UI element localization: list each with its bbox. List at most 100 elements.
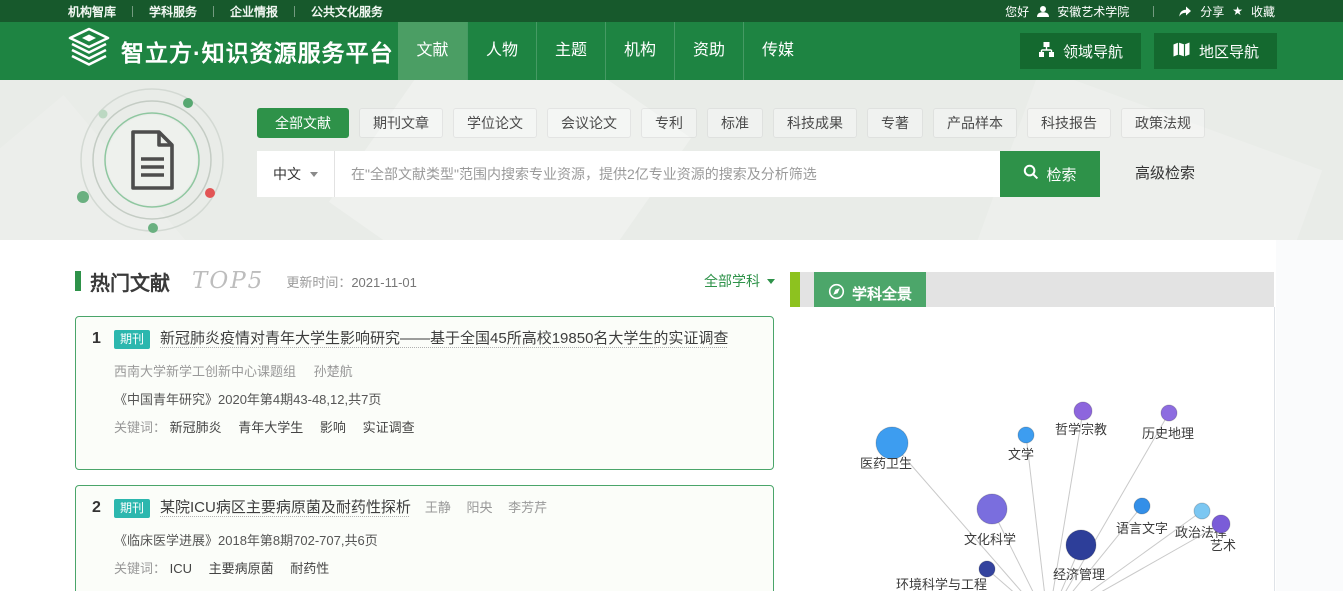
keyword-link[interactable]: 青年大学生: [238, 420, 303, 435]
top-utility-bar: 机构智库 学科服务 企业情报 公共文化服务 您好 安徽艺术学院 分享 ★ 收藏: [0, 0, 1343, 22]
doc-title-link[interactable]: 新冠肺炎疫情对青年大学生影响研究——基于全国45所高校19850名大学生的实证调…: [160, 326, 728, 352]
domain-navigation-button[interactable]: 领域导航: [1020, 33, 1141, 69]
doc-type-conference-paper[interactable]: 会议论文: [547, 108, 631, 138]
keyword-link[interactable]: 影响: [320, 420, 346, 435]
top-link-institution-think-tank[interactable]: 机构智库: [68, 3, 116, 20]
subject-bubble[interactable]: [979, 561, 995, 577]
subject-filter-dropdown[interactable]: 全部学科: [704, 271, 775, 291]
keywords-label: 关键词：: [114, 420, 166, 435]
update-time: 更新时间：2021-11-01: [286, 272, 417, 291]
doc-type-thesis[interactable]: 学位论文: [453, 108, 537, 138]
subject-panorama-label: 学科全景: [852, 283, 912, 304]
nav-tab-institutions[interactable]: 机构: [605, 22, 674, 80]
doc-type-patent[interactable]: 专利: [641, 108, 697, 138]
subject-bubble-label: 哲学宗教: [1055, 422, 1107, 437]
doc-authors: 西南大学新学工创新中心课题组 孙楚航: [92, 361, 757, 380]
doc-source[interactable]: 《中国青年研究》2020年第4期43-48,12,共7页: [92, 389, 757, 408]
top-link-public-culture[interactable]: 公共文化服务: [311, 3, 383, 20]
doc-source[interactable]: 《临床医学进展》2018年第8期702-707,共6页: [92, 530, 757, 549]
nav-tab-media[interactable]: 传媒: [743, 22, 812, 80]
top-link-subject-service[interactable]: 学科服务: [149, 3, 197, 20]
hot-docs-title: 热门文献: [90, 267, 170, 296]
subject-bubble[interactable]: [977, 494, 1007, 524]
divider: [213, 6, 214, 17]
subject-panorama-panel: 医药卫生文学哲学宗教历史地理文化科学语言文字政治法律艺术经济管理环境科学与工程: [800, 307, 1275, 591]
author-link[interactable]: 李芳芹: [508, 500, 547, 515]
divider: [132, 6, 133, 17]
chevron-down-icon: [767, 279, 775, 284]
subject-bubble-chart: 医药卫生文学哲学宗教历史地理文化科学语言文字政治法律艺术经济管理环境科学与工程: [800, 307, 1274, 591]
region-navigation-label: 地区导航: [1199, 41, 1259, 62]
doc-type-policy[interactable]: 政策法规: [1121, 108, 1205, 138]
chevron-down-icon: [310, 172, 318, 177]
star-icon: ★: [1232, 5, 1243, 17]
doc-title-link[interactable]: 某院ICU病区主要病原菌及耐药性探析: [160, 495, 411, 521]
language-select[interactable]: 中文: [257, 151, 335, 197]
search-hero-section: 全部文献 期刊文章 学位论文 会议论文 专利 标准 科技成果 专著 产品样本 科…: [0, 80, 1343, 240]
subject-bubble[interactable]: [1194, 503, 1210, 519]
search-input[interactable]: [335, 151, 1000, 197]
doc-type-all[interactable]: 全部文献: [257, 108, 349, 138]
nav-tab-literature[interactable]: 文献: [398, 22, 467, 80]
keyword-link[interactable]: 耐药性: [290, 561, 329, 576]
site-logo[interactable]: 智立方·知识资源服务平台: [66, 22, 394, 80]
nav-tab-funding[interactable]: 资助: [674, 22, 743, 80]
subject-bubble[interactable]: [1212, 515, 1230, 533]
region-navigation-button[interactable]: 地区导航: [1154, 33, 1277, 69]
author-link[interactable]: 西南大学新学工创新中心课题组: [114, 364, 296, 379]
update-time-label: 更新时间：: [286, 275, 351, 290]
compass-icon: [828, 283, 845, 304]
share-button[interactable]: 分享: [1200, 3, 1224, 20]
top-links: 机构智库 学科服务 企业情报 公共文化服务: [68, 0, 383, 22]
advanced-search-link[interactable]: 高级检索: [1135, 151, 1195, 197]
doc-type-monograph[interactable]: 专著: [867, 108, 923, 138]
doc-type-standard[interactable]: 标准: [707, 108, 763, 138]
subject-bubble[interactable]: [1066, 530, 1096, 560]
subject-bubble-label: 艺术: [1210, 538, 1236, 553]
nav-tab-topics[interactable]: 主题: [536, 22, 605, 80]
author-link[interactable]: 王静: [425, 500, 451, 515]
page-gutter: [1276, 240, 1343, 591]
greeting-text: 您好: [1005, 3, 1029, 20]
keyword-link[interactable]: ICU: [170, 561, 192, 576]
keyword-link[interactable]: 实证调查: [363, 420, 415, 435]
domain-navigation-label: 领域导航: [1063, 41, 1123, 62]
user-icon: [1037, 5, 1049, 18]
subject-bubble[interactable]: [1134, 498, 1150, 514]
divider: [294, 6, 295, 17]
doc-type-journal-article[interactable]: 期刊文章: [359, 108, 443, 138]
keyword-link[interactable]: 新冠肺炎: [170, 420, 222, 435]
update-time-date: 2021-11-01: [351, 275, 417, 290]
doc-type-sci-report[interactable]: 科技报告: [1027, 108, 1111, 138]
author-link[interactable]: 阳央: [467, 500, 493, 515]
subject-bubble[interactable]: [876, 427, 908, 459]
sitemap-icon: [1038, 41, 1055, 62]
search-button[interactable]: 检索: [1000, 151, 1100, 197]
divider: [1153, 6, 1154, 17]
hot-doc-card-2: 2 期刊 某院ICU病区主要病原菌及耐药性探析 王静 阳央 李芳芹 《临床医学进…: [75, 485, 774, 591]
bubble-link-line: [1048, 411, 1083, 591]
top-link-enterprise-intel[interactable]: 企业情报: [230, 3, 278, 20]
doc-type-product-sample[interactable]: 产品样本: [933, 108, 1017, 138]
favorite-button[interactable]: 收藏: [1251, 3, 1275, 20]
subject-bubble[interactable]: [1074, 402, 1092, 420]
language-select-value: 中文: [273, 164, 301, 184]
nav-tab-people[interactable]: 人物: [467, 22, 536, 80]
journal-badge: 期刊: [114, 330, 150, 349]
doc-type-sci-achievement[interactable]: 科技成果: [773, 108, 857, 138]
site-title: 智立方·知识资源服务平台: [121, 34, 394, 68]
section-accent-bar: [75, 271, 81, 291]
search-button-label: 检索: [1046, 164, 1076, 185]
hot-doc-card-1: 1 期刊 新冠肺炎疫情对青年大学生影响研究——基于全国45所高校19850名大学…: [75, 316, 774, 470]
keyword-link[interactable]: 主要病原菌: [209, 561, 274, 576]
subject-bubble[interactable]: [1161, 405, 1177, 421]
keywords-label: 关键词：: [114, 561, 166, 576]
subject-bubble[interactable]: [1018, 427, 1034, 443]
subject-bubble-label: 经济管理: [1053, 567, 1105, 582]
document-emblem: [72, 80, 232, 240]
share-icon: [1178, 4, 1192, 18]
account-name[interactable]: 安徽艺术学院: [1057, 3, 1129, 20]
doc-type-tabs: 全部文献 期刊文章 学位论文 会议论文 专利 标准 科技成果 专著 产品样本 科…: [257, 108, 1205, 138]
author-link[interactable]: 孙楚航: [314, 364, 353, 379]
subject-filter-value: 全部学科: [704, 271, 760, 291]
